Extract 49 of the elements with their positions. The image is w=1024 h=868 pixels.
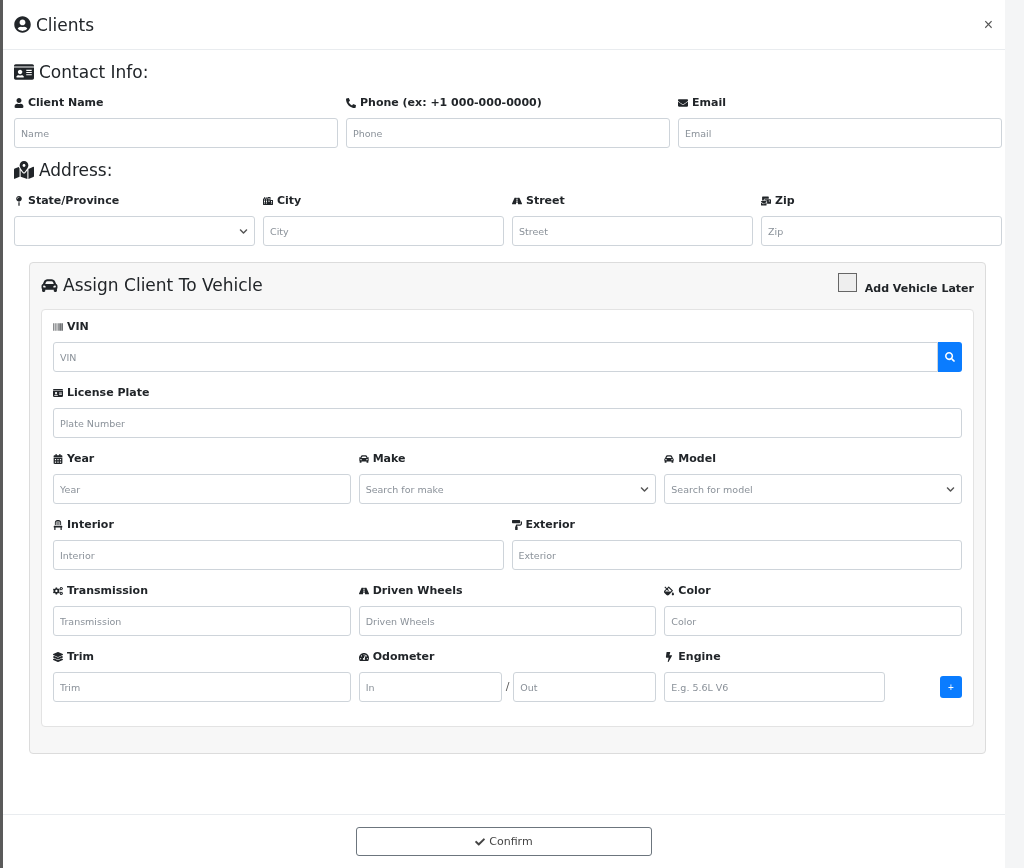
input-field[interactable]: VIN	[53, 342, 938, 372]
field-label: Email	[678, 96, 1002, 109]
input-field[interactable]: Driven Wheels	[358, 606, 657, 636]
field-label: Exterior	[511, 518, 962, 531]
field-label: Make	[358, 452, 657, 465]
input-field[interactable]: Color	[664, 606, 962, 636]
field-label: Model	[664, 452, 962, 465]
confirm-button[interactable]: Confirm	[356, 827, 652, 856]
field-label: Phone (ex: +1 000-000-0000)	[346, 96, 670, 109]
input-field[interactable]: Trim	[53, 672, 351, 702]
panel-title: Assign Client To Vehicle	[41, 275, 263, 295]
input-field[interactable]: Zip	[761, 216, 1002, 246]
field-label: Engine	[664, 650, 962, 663]
input-field[interactable]: Name	[14, 118, 338, 148]
field-label: Driven Wheels	[358, 584, 657, 597]
input-field[interactable]: In	[358, 672, 502, 702]
input-field[interactable]: Out	[513, 672, 657, 702]
field-label: VIN	[53, 320, 962, 333]
field-label: Year	[53, 452, 351, 465]
input-field[interactable]: Exterior	[511, 540, 962, 570]
add-button[interactable]: +	[940, 676, 962, 698]
field-label: City	[263, 194, 504, 207]
input-field[interactable]: Interior	[53, 540, 504, 570]
field-label: Color	[664, 584, 962, 597]
dialog-title: Clients	[14, 14, 95, 35]
field-label: Interior	[53, 518, 504, 531]
input-field[interactable]: E.g. 5.6L V6	[664, 672, 885, 702]
field-label: Client Name	[14, 96, 338, 109]
field-label: Transmission	[53, 584, 351, 597]
field-label: Zip	[761, 194, 1002, 207]
field-label: Street	[512, 194, 753, 207]
separator-text: /	[504, 679, 511, 695]
field-label: License Plate	[53, 386, 962, 399]
input-field[interactable]: Phone	[346, 118, 670, 148]
field-label: Odometer	[358, 650, 657, 663]
input-field[interactable]: Year	[53, 474, 351, 504]
checkbox-label: Add Vehicle Later	[864, 281, 974, 295]
input-field[interactable]: City	[263, 216, 504, 246]
select-field[interactable]: Search for model	[664, 474, 962, 504]
section-heading: Contact Info:	[14, 62, 1002, 82]
select-field[interactable]: Search for make	[358, 474, 657, 504]
close-button[interactable]: ×	[983, 15, 993, 34]
input-field[interactable]: Plate Number	[53, 408, 962, 438]
input-field[interactable]: Email	[678, 118, 1002, 148]
input-field[interactable]: Transmission	[53, 606, 351, 636]
field-label: State/Province	[14, 194, 255, 207]
section-heading: Address:	[14, 160, 1002, 180]
input-field[interactable]: Street	[512, 216, 753, 246]
field-label: Trim	[53, 650, 351, 663]
